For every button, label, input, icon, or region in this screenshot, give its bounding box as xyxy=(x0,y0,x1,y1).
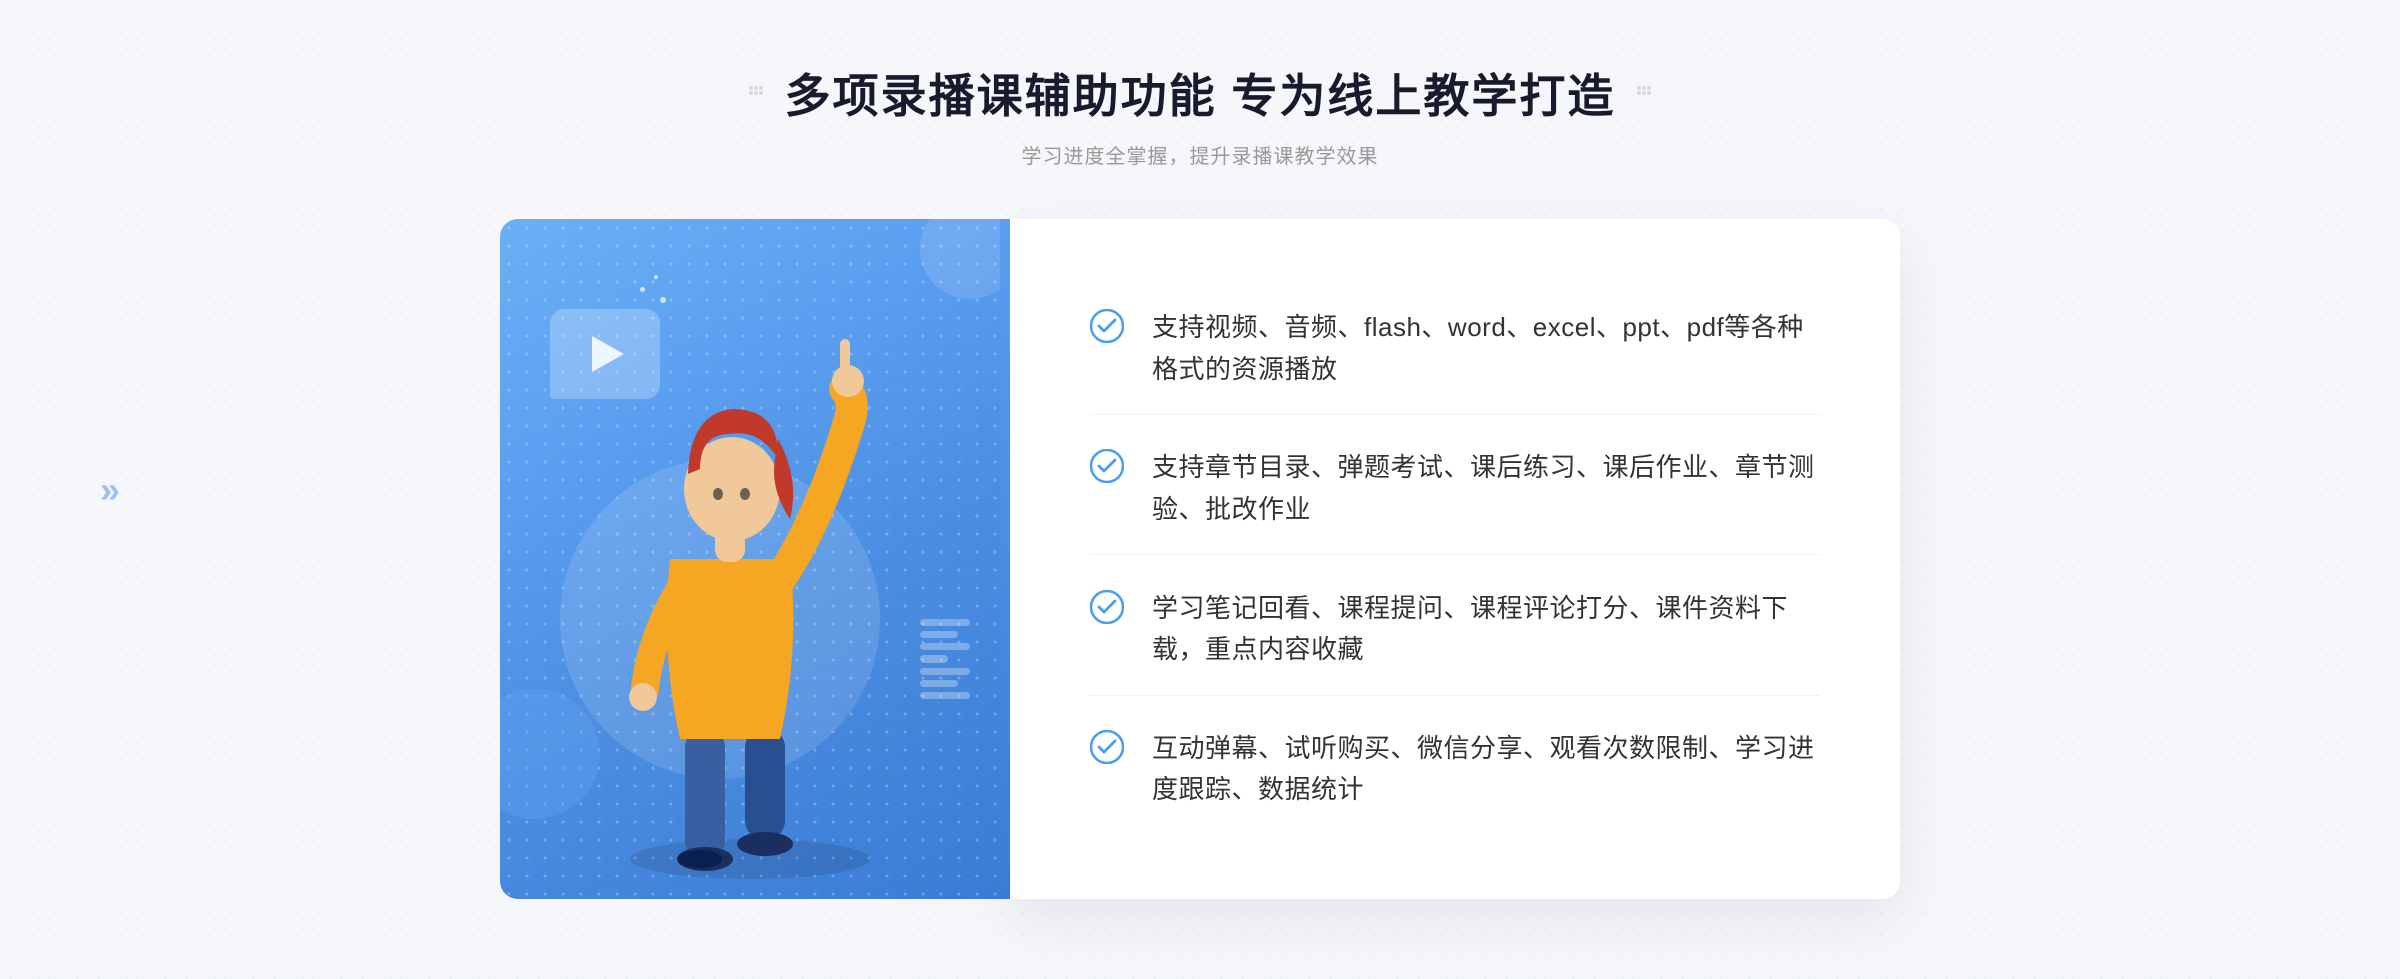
accent-stripe xyxy=(1000,219,1010,899)
main-content: 支持视频、音频、flash、word、excel、ppt、pdf等各种格式的资源… xyxy=(500,219,1900,899)
illustration-panel xyxy=(500,219,1000,899)
page-subtitle: 学习进度全掌握，提升录播课教学效果 xyxy=(745,140,1656,169)
page-title: 多项录播课辅助功能 专为线上教学打造 xyxy=(785,60,1616,126)
feature-text-1: 支持视频、音频、flash、word、excel、ppt、pdf等各种格式的资源… xyxy=(1152,307,1820,390)
title-deco-right xyxy=(1633,82,1655,104)
feature-item-1: 支持视频、音频、flash、word、excel、ppt、pdf等各种格式的资源… xyxy=(1090,283,1820,415)
check-icon-1 xyxy=(1090,309,1124,343)
feature-item-3: 学习笔记回看、课程提问、课程评论打分、课件资料下载，重点内容收藏 xyxy=(1090,564,1820,696)
left-arrow-decoration xyxy=(100,469,120,511)
chevron-icon xyxy=(100,469,120,511)
feature-text-3: 学习笔记回看、课程提问、课程评论打分、课件资料下载，重点内容收藏 xyxy=(1152,588,1820,671)
feature-text-4: 互动弹幕、试听购买、微信分享、观看次数限制、学习进度跟踪、数据统计 xyxy=(1152,728,1820,811)
check-icon-4 xyxy=(1090,730,1124,764)
title-row: 多项录播课辅助功能 专为线上教学打造 xyxy=(745,60,1656,126)
title-deco-left xyxy=(745,82,767,104)
check-icon-3 xyxy=(1090,590,1124,624)
feature-text-2: 支持章节目录、弹题考试、课后练习、课后作业、章节测验、批改作业 xyxy=(1152,447,1820,530)
features-panel: 支持视频、音频、flash、word、excel、ppt、pdf等各种格式的资源… xyxy=(1010,219,1900,899)
feature-item-2: 支持章节目录、弹题考试、课后练习、课后作业、章节测验、批改作业 xyxy=(1090,423,1820,555)
person-illustration xyxy=(500,219,1000,899)
page-container: 多项录播课辅助功能 专为线上教学打造 学习进度全掌握，提升录播课教学效果 xyxy=(0,0,2400,979)
feature-item-4: 互动弹幕、试听购买、微信分享、观看次数限制、学习进度跟踪、数据统计 xyxy=(1090,704,1820,835)
check-icon-2 xyxy=(1090,449,1124,483)
header-section: 多项录播课辅助功能 专为线上教学打造 学习进度全掌握，提升录播课教学效果 xyxy=(745,60,1656,169)
